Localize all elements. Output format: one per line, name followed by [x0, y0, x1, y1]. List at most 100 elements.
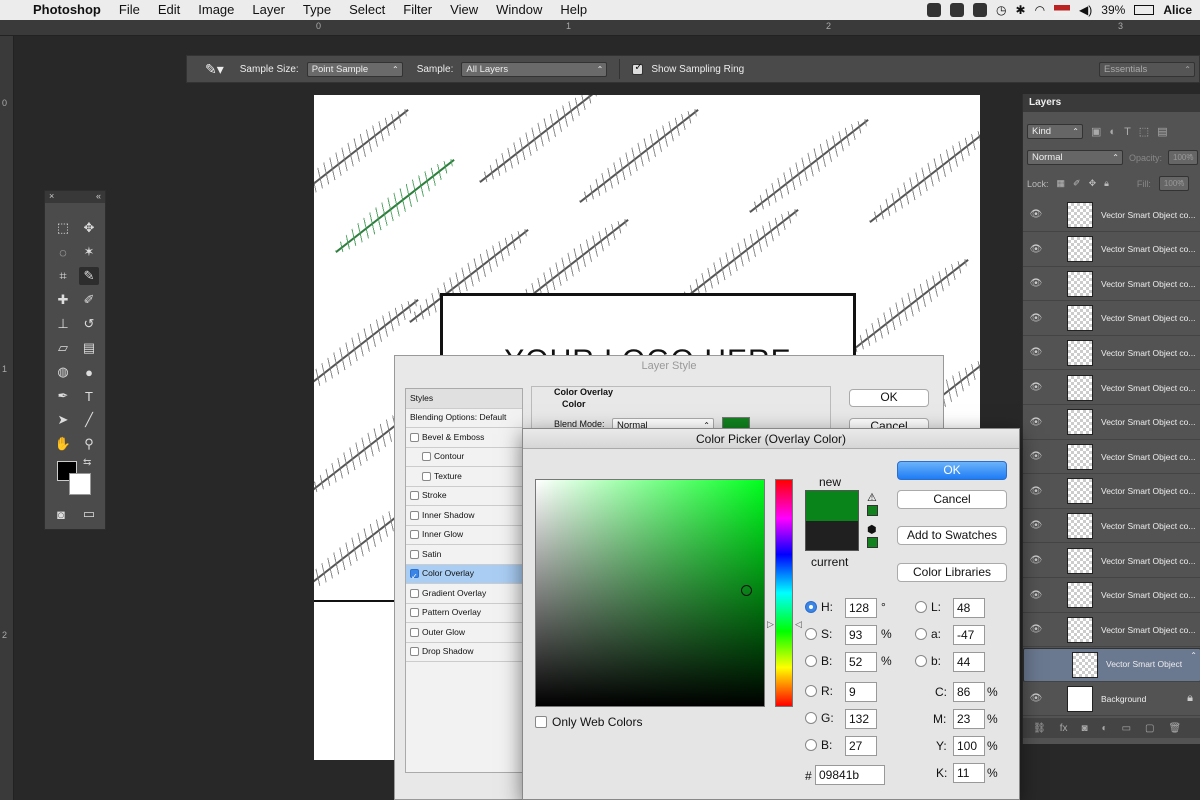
current-color-swatch[interactable]	[806, 521, 858, 550]
layer-row[interactable]: 👁︎ Vector Smart Object co...	[1023, 613, 1200, 648]
style-checkbox[interactable]	[410, 627, 419, 637]
red-radio[interactable]	[805, 685, 817, 697]
brush-tool-icon[interactable]: ✐	[79, 291, 99, 309]
healing-brush-tool-icon[interactable]: ✚	[53, 291, 73, 309]
layer-row-background[interactable]: 👁︎ Background 🔒︎	[1023, 682, 1200, 717]
sample-size-select[interactable]: Point Sample	[306, 61, 403, 77]
style-item[interactable]: Outer Glow	[406, 623, 522, 643]
style-item[interactable]: Satin	[406, 545, 522, 565]
style-checkbox[interactable]	[410, 608, 419, 618]
style-checkbox[interactable]	[410, 588, 419, 598]
layer-row-selected[interactable]: Vector Smart Object	[1023, 647, 1200, 682]
style-item[interactable]: Inner Shadow	[406, 506, 522, 526]
visibility-eye-icon[interactable]: 👁︎	[1023, 486, 1049, 497]
black-field[interactable]: 11	[953, 763, 985, 783]
adjustment-layer-icon[interactable]: ◐	[1102, 723, 1108, 734]
opacity-input[interactable]: 100%	[1168, 150, 1199, 165]
style-item[interactable]: Texture	[406, 467, 522, 487]
layer-style-ok-button[interactable]: OK	[849, 389, 929, 407]
web-safe-warning-icon[interactable]: ⬢	[867, 523, 877, 536]
menu-select[interactable]: Select	[340, 0, 394, 20]
workspace-select[interactable]: Essentials	[1099, 61, 1195, 77]
visibility-eye-icon[interactable]: 👁︎	[1023, 451, 1049, 462]
magic-wand-tool-icon[interactable]: ✶	[79, 243, 99, 261]
volume-icon[interactable]: ◀)	[1079, 3, 1092, 17]
menu-image[interactable]: Image	[189, 0, 243, 20]
lock-position-icon[interactable]: ✥	[1089, 178, 1097, 189]
style-checkbox[interactable]	[422, 452, 431, 462]
lab-b-radio[interactable]	[915, 655, 927, 667]
lab-a-field[interactable]: -47	[953, 625, 985, 645]
layer-row[interactable]: 👁︎ Vector Smart Object co...	[1023, 579, 1200, 613]
layer-row[interactable]: 👁︎ Vector Smart Object co...	[1023, 475, 1200, 509]
quick-mask-icon[interactable]: ◙	[51, 505, 71, 523]
sample-select[interactable]: All Layers	[461, 61, 608, 77]
style-checkbox[interactable]	[410, 491, 419, 501]
filter-shape-icon[interactable]: ⬚	[1139, 125, 1149, 138]
style-item[interactable]: Inner Glow	[406, 526, 522, 545]
visibility-eye-icon[interactable]: 👁︎	[1023, 555, 1049, 566]
screen-mode-icon[interactable]: ▭	[79, 505, 99, 523]
type-tool-icon[interactable]: T	[79, 387, 99, 405]
filter-pixel-icon[interactable]: ▣	[1091, 125, 1101, 138]
flag-icon[interactable]	[1054, 4, 1071, 16]
zoom-tool-icon[interactable]: ⚲	[79, 435, 99, 453]
style-item[interactable]: Pattern Overlay	[406, 604, 522, 623]
fx-icon[interactable]: fx	[1060, 723, 1068, 734]
skype-icon[interactable]	[927, 3, 942, 17]
lab-b-field[interactable]: 44	[953, 652, 985, 672]
color-picker-cancel-button[interactable]: Cancel	[897, 490, 1007, 509]
visibility-eye-icon[interactable]: 👁︎	[1023, 624, 1049, 635]
battery-icon[interactable]	[1134, 5, 1155, 15]
visibility-eye-icon[interactable]: 👁︎	[1023, 590, 1049, 601]
brightness-radio[interactable]	[805, 655, 817, 667]
hue-slider[interactable]	[775, 479, 793, 707]
lab-a-radio[interactable]	[915, 628, 927, 640]
lock-all-icon[interactable]: 🔒︎	[1104, 178, 1109, 189]
crop-tool-icon[interactable]: ⌗	[53, 267, 73, 285]
filter-smart-object-icon[interactable]: ▤	[1157, 125, 1167, 138]
menu-layer[interactable]: Layer	[243, 0, 294, 20]
filter-adjustment-icon[interactable]: ◐	[1109, 126, 1116, 138]
style-item[interactable]: Bevel & Emboss	[406, 428, 522, 448]
styles-header[interactable]: Styles	[406, 389, 522, 409]
eraser-tool-icon[interactable]: ▱	[53, 339, 73, 357]
style-item[interactable]: Stroke	[406, 487, 522, 506]
gamut-color-swatch[interactable]	[867, 505, 878, 516]
style-checkbox[interactable]	[410, 530, 419, 540]
hex-field[interactable]: 09841b	[815, 765, 885, 785]
blur-tool-icon[interactable]: ◍	[53, 363, 73, 381]
visibility-eye-icon[interactable]: 👁︎	[1023, 209, 1049, 220]
visibility-eye-icon[interactable]: 👁︎	[1023, 417, 1049, 428]
only-web-colors-checkbox[interactable]	[535, 716, 547, 728]
hue-radio[interactable]	[805, 601, 817, 613]
filter-type-icon[interactable]: T	[1124, 126, 1131, 138]
lock-transparency-icon[interactable]: ▦	[1057, 178, 1066, 189]
green-field[interactable]: 132	[845, 709, 877, 729]
menu-app-name[interactable]: Photoshop	[24, 0, 110, 20]
visibility-eye-icon[interactable]: 👁︎	[1023, 278, 1049, 289]
visibility-eye-icon[interactable]: 👁︎	[1023, 693, 1049, 704]
layer-row[interactable]: 👁︎ Vector Smart Object co...	[1023, 267, 1200, 302]
color-picker-ok-button[interactable]: OK	[897, 461, 1007, 480]
menu-view[interactable]: View	[441, 0, 487, 20]
ruler-left[interactable]: 0 1 2	[0, 36, 14, 800]
menu-file[interactable]: File	[110, 0, 149, 20]
lab-l-field[interactable]: 48	[953, 598, 985, 618]
menu-filter[interactable]: Filter	[394, 0, 441, 20]
layer-filter-select[interactable]: Kind	[1027, 124, 1083, 139]
fill-input[interactable]: 100%	[1158, 176, 1189, 191]
style-checkbox[interactable]	[410, 432, 419, 442]
dodge-tool-icon[interactable]: ●	[79, 363, 99, 381]
layer-row[interactable]: 👁︎ Vector Smart Object co...	[1023, 371, 1200, 405]
blue-radio[interactable]	[805, 739, 817, 751]
path-selection-tool-icon[interactable]: ➤	[53, 411, 73, 429]
layer-row[interactable]: 👁︎ Vector Smart Object co...	[1023, 544, 1200, 578]
show-sampling-ring-checkbox[interactable]	[632, 62, 644, 75]
lock-pixels-icon[interactable]: ✐	[1073, 178, 1081, 189]
style-checkbox[interactable]	[410, 549, 419, 559]
cyan-field[interactable]: 86	[953, 682, 985, 702]
blue-field[interactable]: 27	[845, 736, 877, 756]
add-to-swatches-button[interactable]: Add to Swatches	[897, 526, 1007, 545]
visibility-eye-icon[interactable]: 👁︎	[1023, 520, 1049, 531]
